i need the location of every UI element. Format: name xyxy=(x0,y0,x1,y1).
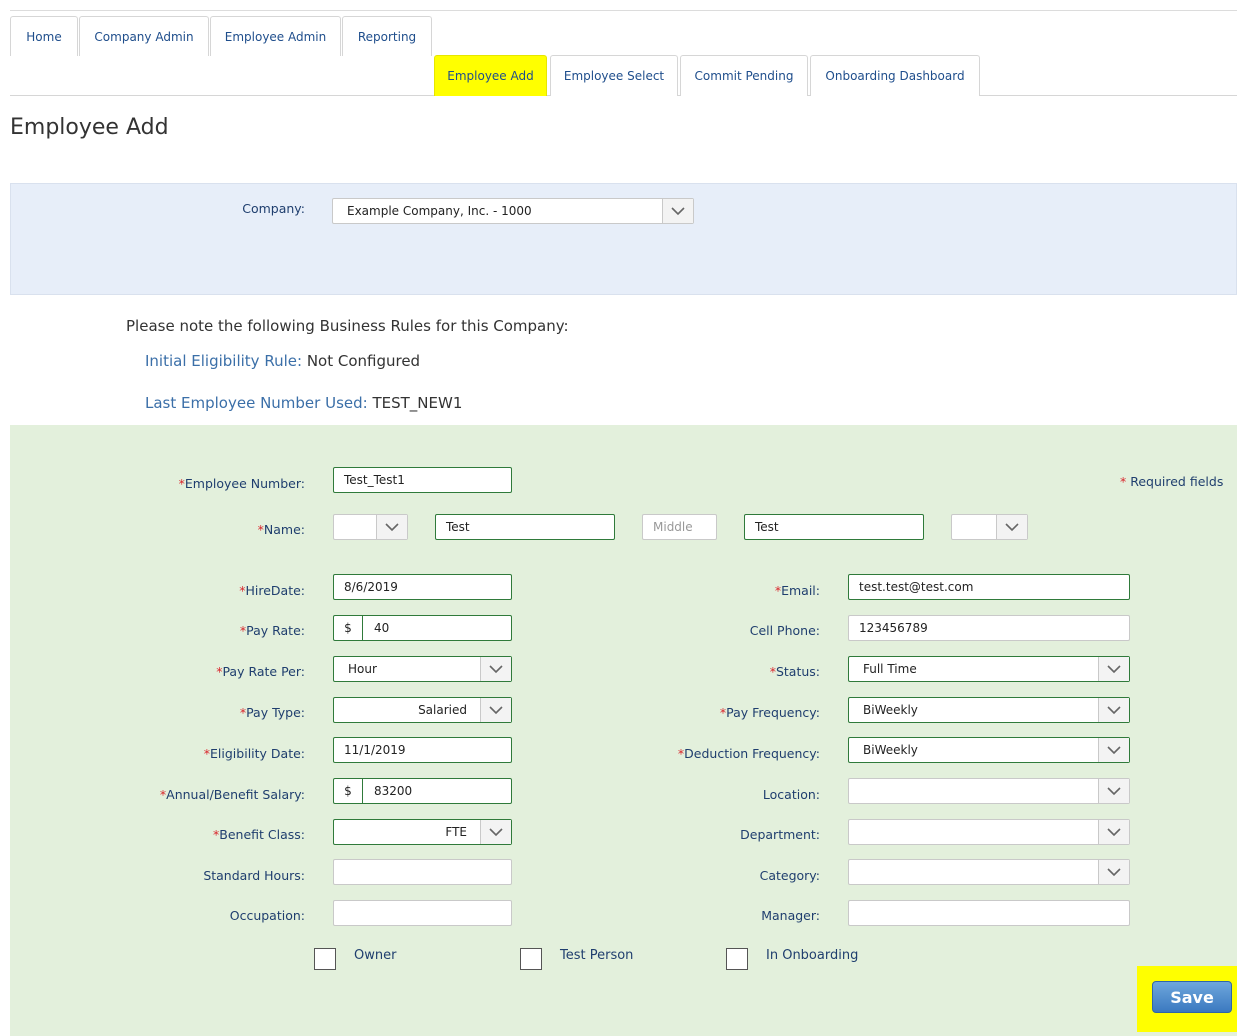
status-label: *Status: xyxy=(769,664,820,679)
currency-prefix: $ xyxy=(334,779,363,803)
manager-input[interactable] xyxy=(848,900,1130,926)
chevron-down-icon xyxy=(1098,738,1129,762)
eligibility-rule-value: Not Configured xyxy=(306,352,421,370)
deduction-frequency-value: BiWeekly xyxy=(863,743,918,757)
tab-employee-admin[interactable]: Employee Admin xyxy=(210,16,341,56)
location-label: Location: xyxy=(762,787,820,802)
benefit-class-label: *Benefit Class: xyxy=(213,827,305,842)
save-highlight: Save xyxy=(1137,966,1237,1032)
name-label: *Name: xyxy=(257,522,305,537)
company-select-value: Example Company, Inc. - 1000 xyxy=(347,204,532,218)
cell-phone-input[interactable]: 123456789 xyxy=(848,615,1130,641)
hire-date-label: *HireDate: xyxy=(239,583,305,598)
hire-date-input[interactable]: 8/6/2019 xyxy=(333,574,512,600)
owner-label: Owner xyxy=(354,948,397,963)
chevron-down-icon xyxy=(1098,779,1129,803)
page-title: Employee Add xyxy=(10,115,169,140)
employee-form-panel xyxy=(10,425,1237,1036)
business-rules-heading: Please note the following Business Rules… xyxy=(126,317,569,335)
eligibility-rule: Initial Eligibility Rule: Not Configured xyxy=(145,352,420,370)
top-divider xyxy=(10,10,1237,11)
email-label: *Email: xyxy=(774,583,820,598)
company-label: Company: xyxy=(242,201,305,216)
first-name-input[interactable]: Test xyxy=(435,514,615,540)
tab-home[interactable]: Home xyxy=(10,16,78,56)
subtab-employee-select[interactable]: Employee Select xyxy=(550,55,678,96)
test-person-checkbox[interactable] xyxy=(520,948,542,970)
chevron-down-icon xyxy=(1098,657,1129,681)
currency-prefix: $ xyxy=(334,616,363,640)
department-select[interactable] xyxy=(848,819,1130,845)
category-select[interactable] xyxy=(848,859,1130,885)
employee-number-label: *Employee Number: xyxy=(178,476,305,491)
chevron-down-icon xyxy=(480,657,511,681)
standard-hours-label: Standard Hours: xyxy=(203,868,305,883)
chevron-down-icon xyxy=(480,698,511,722)
chevron-down-icon xyxy=(1098,860,1129,884)
last-employee-number-value: TEST_NEW1 xyxy=(372,394,463,412)
department-label: Department: xyxy=(740,827,820,842)
standard-hours-input[interactable] xyxy=(333,859,512,885)
employee-number-input[interactable]: Test_Test1 xyxy=(333,467,512,493)
benefit-class-value: FTE xyxy=(445,825,467,839)
status-select[interactable]: Full Time xyxy=(848,656,1130,682)
eligibility-date-label: *Eligibility Date: xyxy=(203,746,305,761)
email-input[interactable]: test.test@test.com xyxy=(848,574,1130,600)
pay-type-label: *Pay Type: xyxy=(239,705,305,720)
eligibility-rule-label: Initial Eligibility Rule: xyxy=(145,352,303,370)
in-onboarding-label: In Onboarding xyxy=(766,948,859,963)
owner-checkbox[interactable] xyxy=(314,948,336,970)
location-select[interactable] xyxy=(848,778,1130,804)
save-button[interactable]: Save xyxy=(1152,981,1232,1013)
category-label: Category: xyxy=(759,868,820,883)
pay-frequency-select[interactable]: BiWeekly xyxy=(848,697,1130,723)
test-person-label: Test Person xyxy=(560,948,634,963)
chevron-down-icon xyxy=(480,820,511,844)
manager-label: Manager: xyxy=(761,908,820,923)
last-employee-number: Last Employee Number Used: TEST_NEW1 xyxy=(145,394,462,412)
name-prefix-select[interactable] xyxy=(333,514,408,540)
pay-rate-per-value: Hour xyxy=(348,662,377,676)
pay-type-value: Salaried xyxy=(418,703,467,717)
middle-name-input[interactable]: Middle xyxy=(642,514,717,540)
pay-rate-per-select[interactable]: Hour xyxy=(333,656,512,682)
pay-rate-input[interactable]: $ 40 xyxy=(333,615,512,641)
annual-salary-value: 83200 xyxy=(374,784,413,798)
status-value: Full Time xyxy=(863,662,917,676)
tab-company-admin[interactable]: Company Admin xyxy=(79,16,209,56)
last-name-input[interactable]: Test xyxy=(744,514,924,540)
deduction-frequency-select[interactable]: BiWeekly xyxy=(848,737,1130,763)
tab-reporting[interactable]: Reporting xyxy=(342,16,432,56)
pay-frequency-value: BiWeekly xyxy=(863,703,918,717)
name-suffix-select[interactable] xyxy=(951,514,1028,540)
benefit-class-select[interactable]: FTE xyxy=(333,819,512,845)
pay-rate-value: 40 xyxy=(374,621,390,635)
required-fields-note: * Required fields xyxy=(1120,474,1224,489)
last-employee-number-label: Last Employee Number Used: xyxy=(145,394,368,412)
subtab-employee-add[interactable]: Employee Add xyxy=(434,55,547,96)
annual-salary-input[interactable]: $ 83200 xyxy=(333,778,512,804)
annual-salary-label: *Annual/Benefit Salary: xyxy=(159,787,305,802)
chevron-down-icon xyxy=(376,515,407,539)
occupation-input[interactable] xyxy=(333,900,512,926)
chevron-down-icon xyxy=(1098,820,1129,844)
pay-type-select[interactable]: Salaried xyxy=(333,697,512,723)
pay-rate-per-label: *Pay Rate Per: xyxy=(216,664,305,679)
eligibility-date-input[interactable]: 11/1/2019 xyxy=(333,737,512,763)
subtab-onboarding-dashboard[interactable]: Onboarding Dashboard xyxy=(810,55,980,96)
chevron-down-icon xyxy=(1098,698,1129,722)
subtab-commit-pending[interactable]: Commit Pending xyxy=(680,55,808,96)
cell-phone-label: Cell Phone: xyxy=(749,623,820,638)
occupation-label: Occupation: xyxy=(229,908,305,923)
pay-frequency-label: *Pay Frequency: xyxy=(719,705,820,720)
pay-rate-label: *Pay Rate: xyxy=(239,623,305,638)
chevron-down-icon xyxy=(996,515,1027,539)
deduction-frequency-label: *Deduction Frequency: xyxy=(677,746,820,761)
company-select[interactable]: Example Company, Inc. - 1000 xyxy=(332,198,694,224)
in-onboarding-checkbox[interactable] xyxy=(726,948,748,970)
chevron-down-icon xyxy=(662,199,693,223)
